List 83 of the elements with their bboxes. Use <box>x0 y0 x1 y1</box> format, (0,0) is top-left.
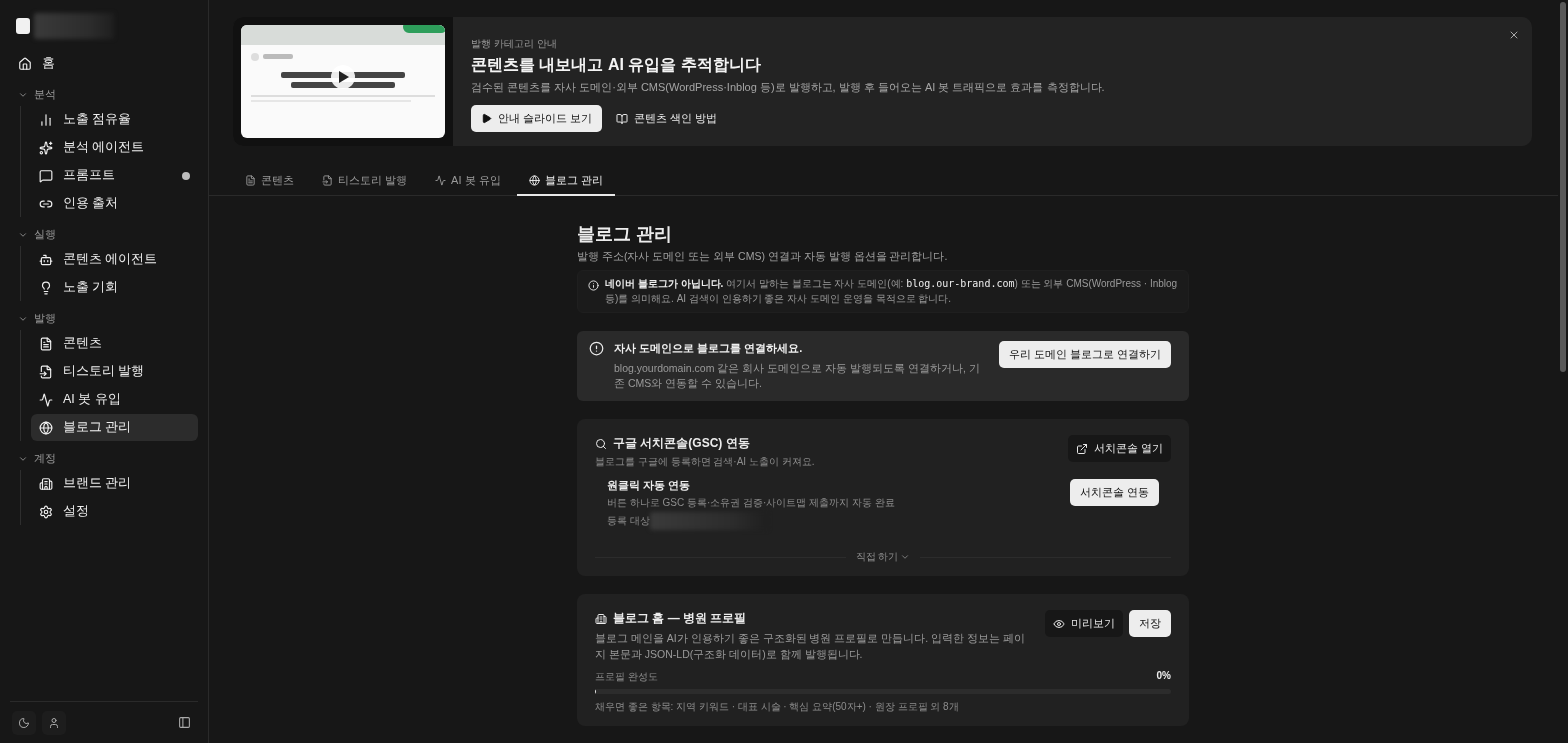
book-icon <box>616 112 629 125</box>
tab[interactable]: 콘텐츠 <box>233 166 306 196</box>
sidebar-item[interactable]: 블로그 관리 <box>31 414 198 441</box>
theme-toggle[interactable] <box>12 710 36 735</box>
pulse-icon <box>39 392 53 407</box>
progress-label: 프로필 완성도 <box>595 669 658 684</box>
oneclick-title: 원클릭 자동 연동 <box>607 479 691 494</box>
sidebar-item[interactable]: 분석 에이전트 <box>31 134 198 161</box>
settings-icon <box>39 504 53 519</box>
save-button[interactable]: 저장 <box>1129 610 1171 638</box>
account-button[interactable] <box>42 710 66 735</box>
building-icon <box>595 612 607 625</box>
section-header[interactable]: 계정 <box>10 448 198 470</box>
banner-eyebrow: 발행 카테고리 안내 <box>471 37 558 51</box>
file-arrow-icon <box>39 364 53 379</box>
logo-icon <box>16 18 30 34</box>
globe-icon <box>528 174 540 186</box>
lightbulb-icon <box>39 280 53 295</box>
document-icon <box>39 336 53 351</box>
sidebar-item[interactable]: 브랜드 관리 <box>31 470 198 497</box>
chevron-icon <box>18 230 28 240</box>
sidebar-item[interactable]: 인용 출처 <box>31 190 198 217</box>
home-icon <box>18 56 32 71</box>
eye-icon <box>1053 617 1065 630</box>
alert-text: blog.yourdomain.com 같은 회사 도메인으로 자동 발행되도록 연결하거나, 기존 CMS와 연동할 수 있습니다. <box>614 361 981 392</box>
sparkles-icon <box>39 140 53 155</box>
tab[interactable]: 티스토리 발행 <box>310 166 420 196</box>
page-subtitle: 발행 주소(자사 도메인 또는 외부 CMS) 연결과 자동 발행 옵션을 관리합니다. <box>577 250 949 264</box>
chevron-icon <box>18 90 28 100</box>
close-icon[interactable] <box>1508 29 1520 41</box>
document-icon <box>245 174 256 186</box>
progress-reading: 0% <box>1156 669 1171 683</box>
sidebar-item[interactable]: 티스토리 발행 <box>31 358 198 385</box>
sidebar-panel-icon <box>177 716 191 729</box>
card-subtitle: 블로그를 구글에 등록하면 검색·AI 노출이 커져요. <box>595 455 815 470</box>
sidebar-item[interactable]: 콘텐츠 에이전트 <box>31 246 198 273</box>
chevron-icon <box>18 314 28 324</box>
chat-bubble-icon <box>39 168 53 183</box>
sidebar-item[interactable]: 노출 점유율 <box>31 106 198 133</box>
manual-toggle[interactable]: 직접 하기 <box>855 550 911 565</box>
sidebar-item[interactable]: 프롬프트 <box>31 162 198 189</box>
bar-chart-icon <box>39 112 53 127</box>
building-icon <box>39 476 53 491</box>
moon-icon <box>18 716 30 729</box>
section-header[interactable]: 분석 <box>10 84 198 106</box>
globe-icon <box>39 420 53 435</box>
note-text: 네이버 블로그가 아닙니다. 여기서 말하는 블로그는 자사 도메인(예: blog.our-brand.com) 또는 외부 CMS(WordPress · Inblog 등)를 의미해요. AI 검색이 인용하기 좋은 자사 도메인 운영을 목적으로 합니다. <box>605 277 1178 306</box>
banner-title: 콘텐츠를 내보내고 AI 유입을 추적합니다 <box>471 55 762 75</box>
sidebar-item[interactable]: 노출 기회 <box>31 274 198 301</box>
user-icon <box>48 716 60 729</box>
info-icon <box>588 280 599 291</box>
sidebar-item[interactable]: 콘텐츠 <box>31 330 198 357</box>
search-icon <box>595 437 607 450</box>
alert-title: 자사 도메인으로 블로그를 연결하세요. <box>614 341 804 356</box>
tab[interactable]: 블로그 관리 <box>516 166 615 196</box>
card-description: 블로그 메인을 AI가 인용하기 좋은 구조화된 병원 프로필로 만듭니다. 입력한 정보는 페이지 본문과 JSON-LD(구조화 데이터)로 함께 발행됩니다. <box>595 631 1026 662</box>
connect-domain-button[interactable]: 우리 도메인 블로그로 연결하기 <box>998 341 1171 368</box>
play-icon <box>481 113 492 124</box>
robot-icon <box>39 252 53 267</box>
oneclick-text: 버튼 하나로 GSC 등록·소유권 검증·사이트맵 제출까지 자동 완료 <box>607 496 895 511</box>
chevron-icon <box>18 454 28 464</box>
card-title: 블로그 홈 — 병원 프로필 <box>613 610 747 628</box>
slides-button[interactable]: 안내 슬라이드 보기 <box>471 105 603 132</box>
connect-console-button[interactable]: 서치콘솔 연동 <box>1069 479 1159 507</box>
page-title: 블로그 관리 <box>577 223 673 246</box>
banner-description: 검수된 콘텐츠를 자사 도메인·외부 CMS(WordPress·Inblog 등)로 발행하고, 발행 후 들어오는 AI 봇 트래픽으로 효과를 측정합니다. <box>471 80 1105 95</box>
alert-icon <box>589 341 604 356</box>
progress-hint: 채우면 좋은 항목: 지역 키워드 · 대표 시술 · 핵심 요약(50자+) · 원장 프로필 외 8개 <box>595 699 960 714</box>
scrollbar-thumb[interactable] <box>1560 2 1566 372</box>
sidebar-item[interactable]: 홈 <box>10 50 198 77</box>
section-header[interactable]: 발행 <box>10 308 198 330</box>
preview-button[interactable]: 미리보기 <box>1045 610 1123 638</box>
open-console-button[interactable]: 서치콘솔 열기 <box>1067 435 1171 463</box>
tab[interactable]: AI 봇 유입 <box>423 166 513 196</box>
external-link-icon <box>1075 442 1088 455</box>
sidebar-item[interactable]: 설정 <box>31 498 198 525</box>
file-arrow-icon <box>322 174 333 186</box>
index-guide-link[interactable]: 콘텐츠 색인 방법 <box>608 105 726 132</box>
section-header[interactable]: 실행 <box>10 224 198 246</box>
card-title: 구글 서치콘솔(GSC) 연동 <box>613 435 750 453</box>
target-label: 등록 대상 <box>607 514 650 529</box>
sidebar-item[interactable]: AI 봇 유입 <box>31 386 198 413</box>
pulse-icon <box>435 174 447 186</box>
